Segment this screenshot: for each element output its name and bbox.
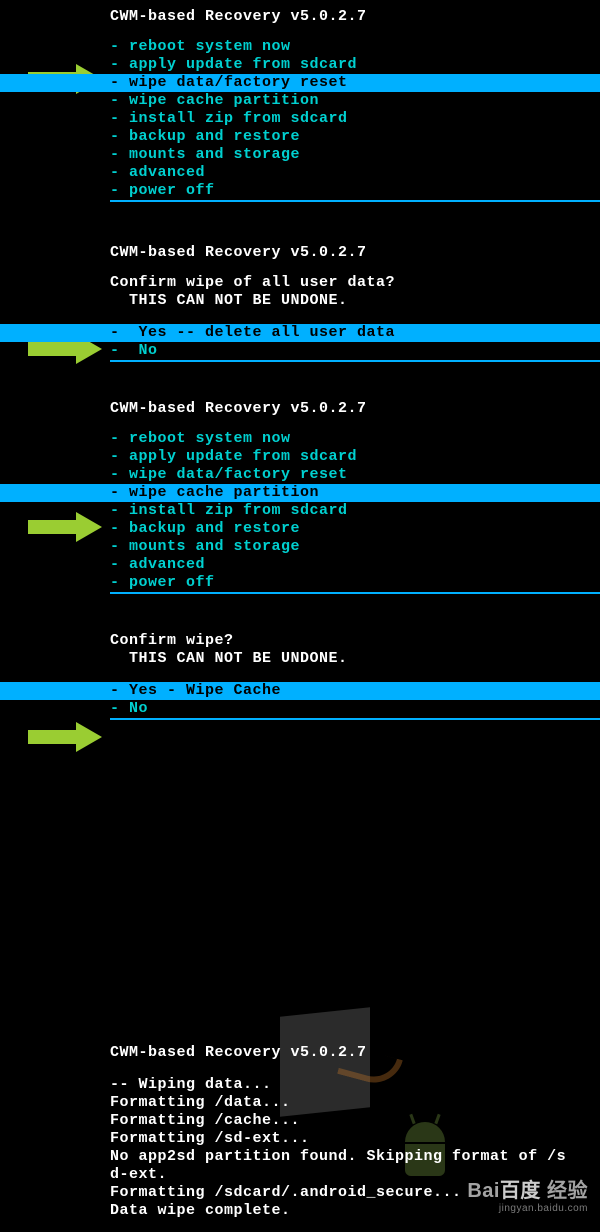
confirm-menu-1: - Yes -- delete all user data - No — [0, 324, 600, 360]
menu-item-reboot[interactable]: - reboot system now — [110, 38, 600, 56]
confirm-no[interactable]: - No — [110, 700, 600, 718]
menu-item-backup-restore[interactable]: - backup and restore — [110, 128, 600, 146]
confirm-prompt-line2: THIS CAN NOT BE UNDONE. — [0, 292, 600, 310]
menu-item-mounts-storage[interactable]: - mounts and storage — [110, 538, 600, 556]
menu-item-power-off[interactable]: - power off — [110, 182, 600, 200]
menu-item-wipe-data[interactable]: - wipe data/factory reset — [110, 466, 600, 484]
menu-item-wipe-cache[interactable]: - wipe cache partition — [110, 92, 600, 110]
menu-item-install-zip[interactable]: - install zip from sdcard — [110, 110, 600, 128]
confirm-prompt-line2: THIS CAN NOT BE UNDONE. — [0, 650, 600, 668]
recovery-screen-3: CWM-based Recovery v5.0.2.7 - reboot sys… — [0, 362, 600, 594]
menu-item-reboot[interactable]: - reboot system now — [110, 430, 600, 448]
recovery-screen-4: Confirm wipe? THIS CAN NOT BE UNDONE. - … — [0, 594, 600, 720]
confirm-no[interactable]: - No — [110, 342, 600, 360]
baidu-watermark: Bai百度 经验 jingyan.baidu.com — [467, 1174, 588, 1214]
menu-item-advanced[interactable]: - advanced — [110, 556, 600, 574]
arrow-indicator-4 — [28, 722, 106, 752]
divider — [110, 718, 600, 720]
menu-item-install-zip[interactable]: - install zip from sdcard — [110, 502, 600, 520]
recovery-title: CWM-based Recovery v5.0.2.7 — [0, 8, 600, 26]
log-line: -- Wiping data... — [0, 1076, 600, 1094]
menu-item-wipe-cache[interactable]: - wipe cache partition — [0, 484, 600, 502]
menu-item-apply-update[interactable]: - apply update from sdcard — [110, 448, 600, 466]
confirm-yes-wipe-cache[interactable]: - Yes - Wipe Cache — [0, 682, 600, 700]
menu-item-apply-update[interactable]: - apply update from sdcard — [110, 56, 600, 74]
watermark-url: jingyan.baidu.com — [467, 1203, 588, 1214]
confirm-yes-delete[interactable]: - Yes -- delete all user data — [0, 324, 600, 342]
log-line: No app2sd partition found. Skipping form… — [0, 1148, 600, 1166]
confirm-menu-2: - Yes - Wipe Cache - No — [0, 682, 600, 718]
watermark-brand: Bai — [467, 1180, 500, 1202]
confirm-prompt-line1: Confirm wipe? — [0, 632, 600, 650]
main-menu-2: - reboot system now - apply update from … — [0, 430, 600, 592]
confirm-prompt-line1: Confirm wipe of all user data? — [0, 274, 600, 292]
recovery-screen-1: CWM-based Recovery v5.0.2.7 - reboot sys… — [0, 0, 600, 202]
menu-item-backup-restore[interactable]: - backup and restore — [110, 520, 600, 538]
menu-item-advanced[interactable]: - advanced — [110, 164, 600, 182]
recovery-title: CWM-based Recovery v5.0.2.7 — [0, 1044, 600, 1062]
menu-item-mounts-storage[interactable]: - mounts and storage — [110, 146, 600, 164]
menu-item-power-off[interactable]: - power off — [110, 574, 600, 592]
menu-item-wipe-data[interactable]: - wipe data/factory reset — [0, 74, 600, 92]
recovery-title: CWM-based Recovery v5.0.2.7 — [0, 400, 600, 418]
recovery-screen-2: CWM-based Recovery v5.0.2.7 Confirm wipe… — [0, 202, 600, 362]
log-line: Formatting /data... — [0, 1094, 600, 1112]
recovery-title: CWM-based Recovery v5.0.2.7 — [0, 244, 600, 262]
watermark-brand-cn: 百度 — [500, 1180, 541, 1202]
main-menu-1: - reboot system now - apply update from … — [0, 38, 600, 200]
log-line: Formatting /cache... — [0, 1112, 600, 1130]
log-line: Formatting /sd-ext... — [0, 1130, 600, 1148]
watermark-suffix: 经验 — [547, 1180, 588, 1202]
